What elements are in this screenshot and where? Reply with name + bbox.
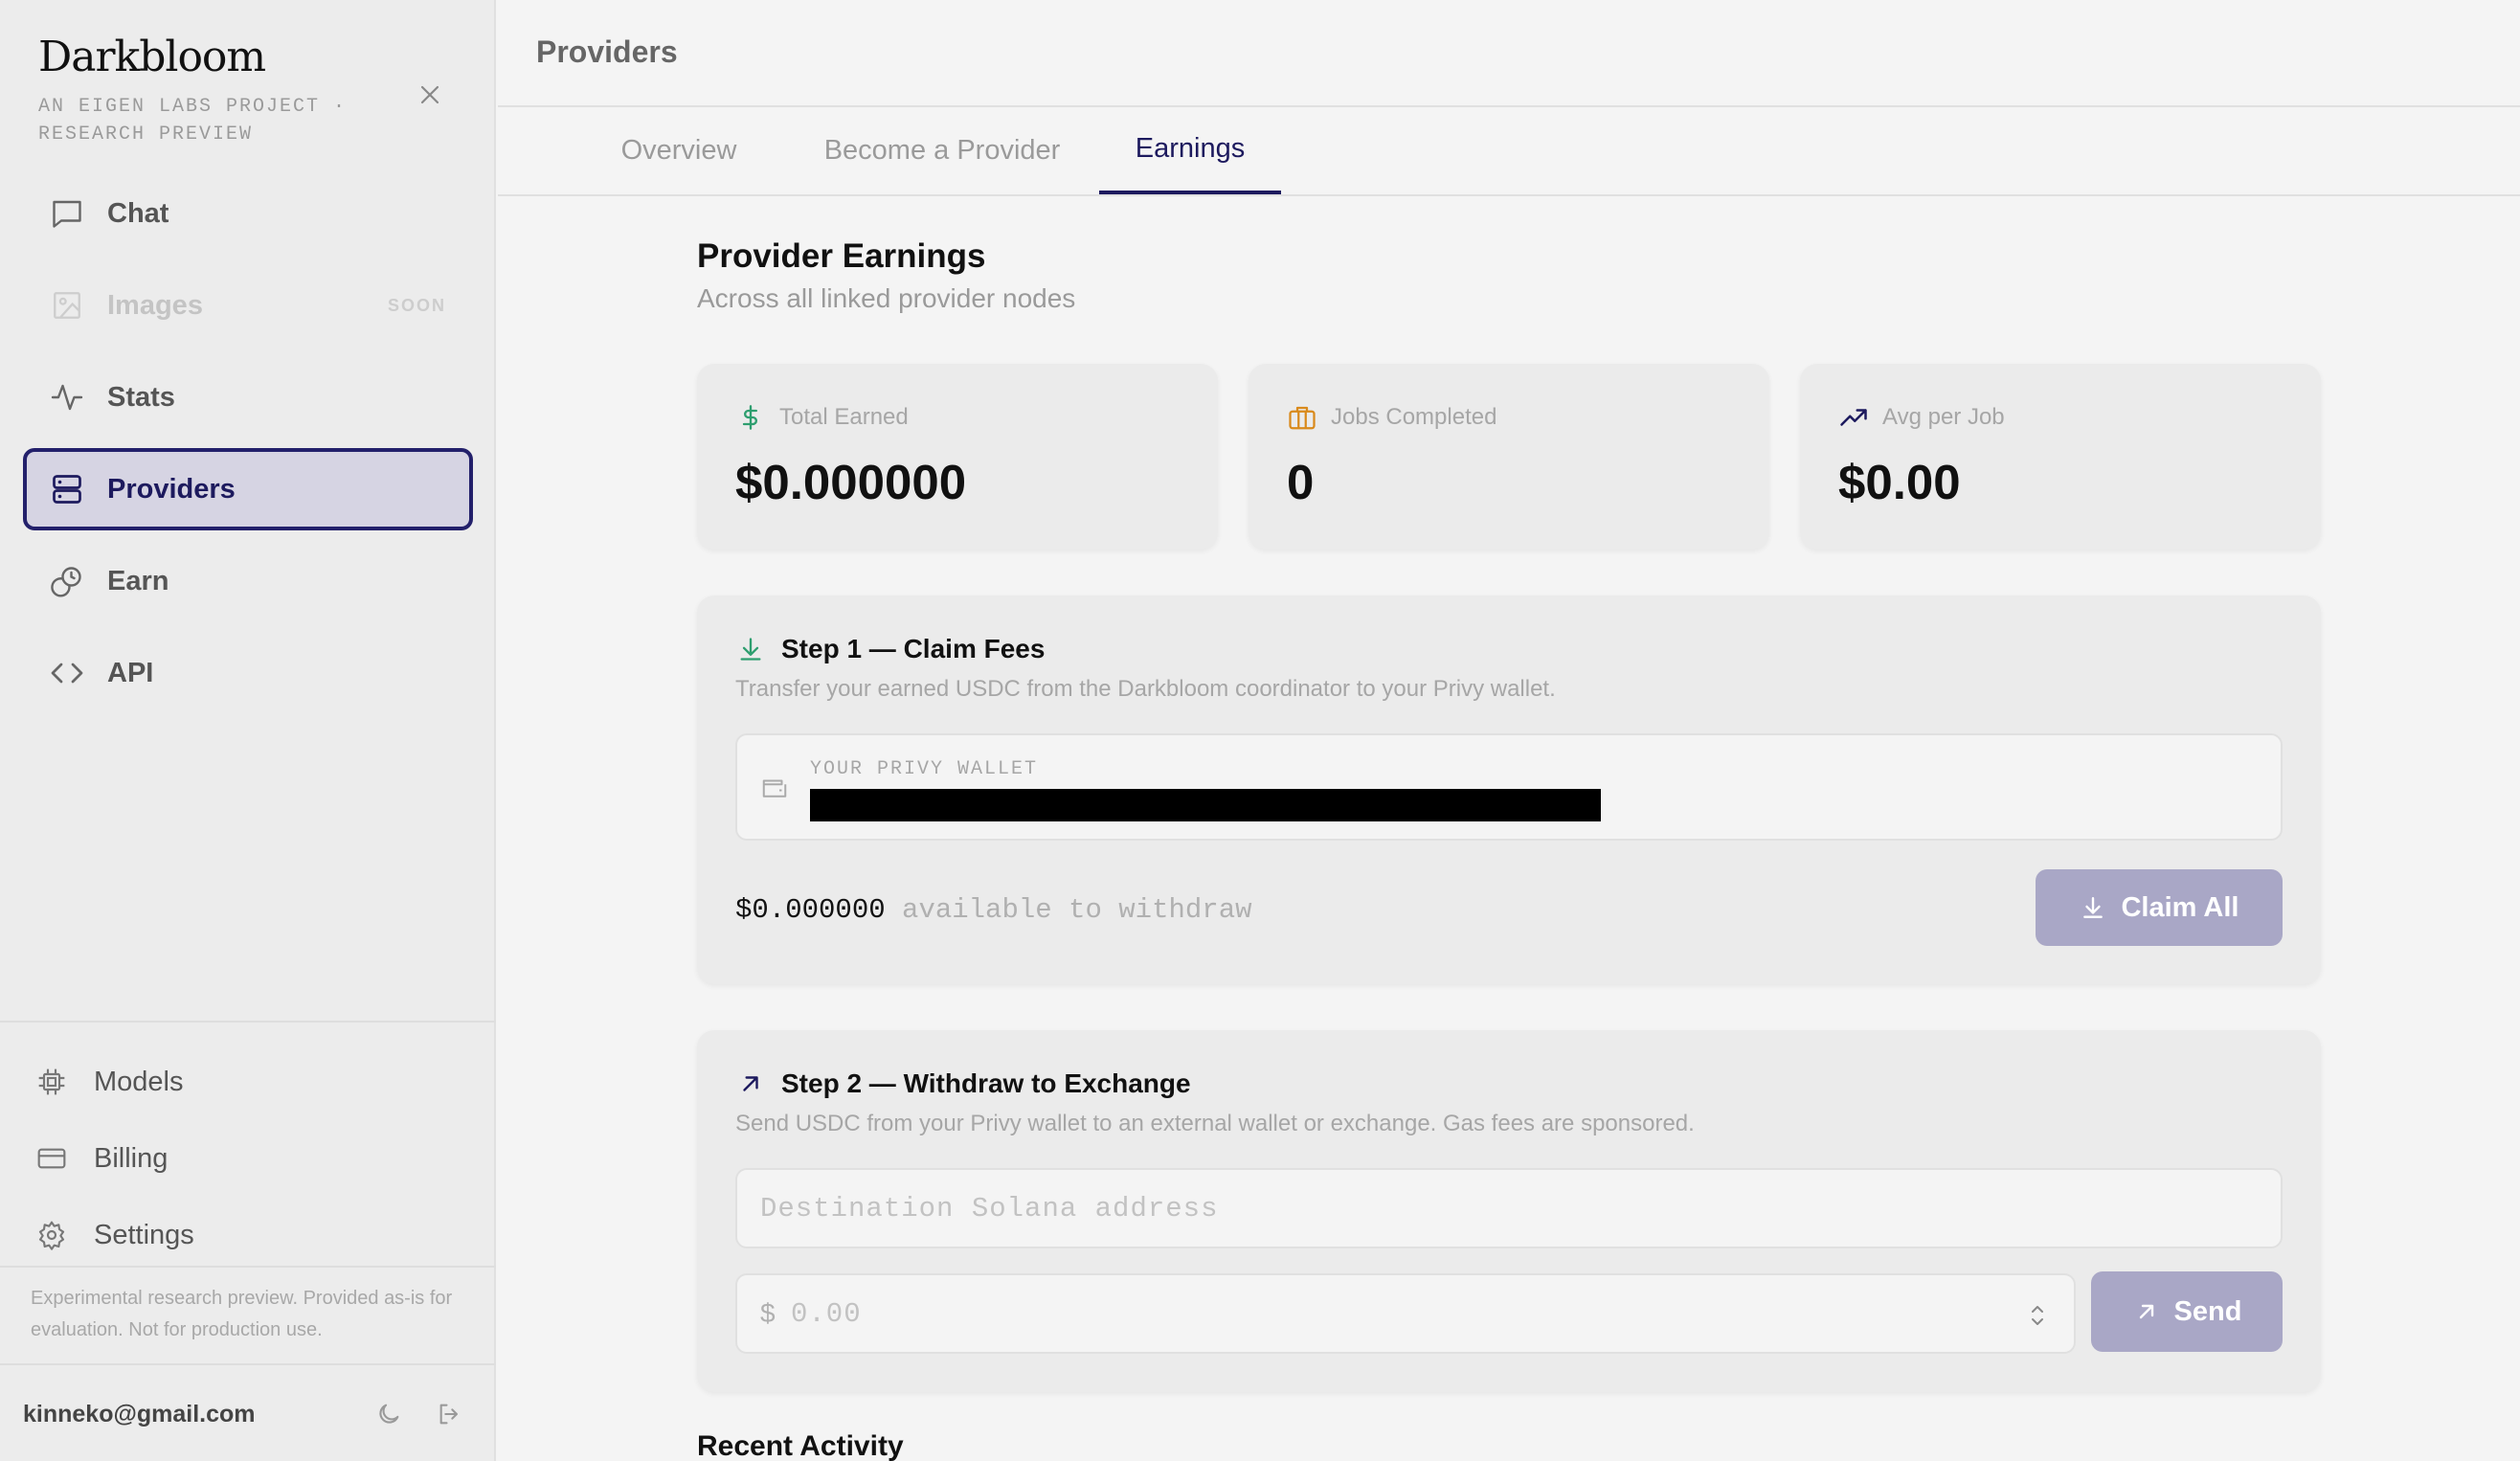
currency-prefix: $ (760, 1298, 776, 1328)
claim-all-label: Claim All (2121, 891, 2239, 923)
chat-icon (48, 194, 86, 233)
logout-button[interactable] (431, 1395, 469, 1433)
stat-card-jobs-completed: Jobs Completed 0 (1249, 364, 1769, 550)
coins-icon (48, 562, 86, 600)
user-actions (370, 1395, 469, 1433)
sidebar-item-earn[interactable]: Earn (23, 540, 473, 622)
amount-stepper[interactable] (2024, 1300, 2051, 1331)
download-icon (735, 634, 766, 664)
claim-fees-panel: Step 1 — Claim Fees Transfer your earned… (697, 596, 2321, 984)
amount-input[interactable] (791, 1275, 2051, 1352)
stat-label: Total Earned (779, 404, 909, 430)
stat-value: $0.000000 (735, 455, 967, 509)
chip-icon (33, 1063, 71, 1101)
sidebar-item-models[interactable]: Models (38, 1044, 194, 1120)
brand-subtitle: AN EIGEN LABS PROJECT · RESEARCH PREVIEW (38, 96, 348, 146)
download-icon (2079, 893, 2107, 922)
sidebar-item-label: Stats (107, 381, 175, 413)
disclaimer-text: Experimental research preview. Provided … (31, 1288, 453, 1340)
briefcase-icon (1287, 402, 1317, 433)
sidebar-item-images: Images SOON (23, 264, 473, 347)
tab-earnings[interactable]: Earnings (1099, 107, 1281, 194)
earnings-subtitle: Across all linked provider nodes (697, 283, 1076, 313)
user-email: kinneko@gmail.com (23, 1400, 256, 1427)
sidebar-item-stats[interactable]: Stats (23, 356, 473, 438)
amount-field: $ (735, 1273, 2076, 1354)
step1-title: Step 1 — Claim Fees (781, 634, 1046, 663)
stat-label: Jobs Completed (1331, 404, 1497, 430)
available-amount: $0.000000 (735, 894, 886, 926)
page-title: Providers (536, 34, 678, 69)
moon-icon (379, 1404, 399, 1424)
send-label: Send (2173, 1295, 2242, 1327)
brand-logo: Darkbloom (38, 33, 266, 81)
sidebar-item-label: Models (94, 1066, 184, 1097)
dollar-icon (735, 402, 766, 433)
stat-card-total-earned: Total Earned $0.000000 (697, 364, 1218, 550)
privy-wallet-field: YOUR PRIVY WALLET (735, 733, 2283, 841)
image-icon (48, 286, 86, 325)
sidebar-item-chat[interactable]: Chat (23, 172, 473, 255)
sidebar-item-label: Images (107, 289, 203, 321)
logout-icon (439, 1404, 459, 1425)
sidebar-item-label: Billing (94, 1142, 169, 1174)
sidebar-item-label: Providers (107, 473, 236, 505)
primary-nav: Chat Images SOON Stats Providers Earn AP… (23, 172, 473, 724)
stat-value: 0 (1287, 455, 1315, 509)
destination-address-input[interactable] (760, 1170, 2227, 1247)
sidebar-item-providers[interactable]: Providers (23, 448, 473, 530)
close-icon (420, 85, 439, 104)
wallet-label: YOUR PRIVY WALLET (810, 758, 1039, 780)
claim-all-button[interactable]: Claim All (2036, 869, 2283, 946)
tab-become-a-provider[interactable]: Become a Provider (799, 107, 1086, 194)
secondary-nav: Models Billing Settings (37, 1044, 194, 1273)
page-header: Providers (498, 0, 2520, 107)
trending-up-icon (1838, 402, 1869, 433)
recent-activity-title: Recent Activity (697, 1430, 904, 1461)
step1-description: Transfer your earned USDC from the Darkb… (735, 676, 1556, 702)
earnings-title: Provider Earnings (697, 237, 986, 275)
available-text: available to withdraw (902, 894, 1252, 926)
stat-card-avg-per-job: Avg per Job $0.00 (1800, 364, 2321, 550)
available-to-withdraw: $0.000000 available to withdraw (735, 894, 1252, 926)
stat-label: Avg per Job (1882, 404, 2005, 430)
close-sidebar-button[interactable] (412, 77, 448, 113)
theme-toggle-button[interactable] (370, 1395, 408, 1433)
arrow-up-right-icon (2132, 1297, 2161, 1326)
step2-title: Step 2 — Withdraw to Exchange (781, 1068, 1191, 1098)
wallet-address-redacted (810, 789, 1601, 821)
sidebar-divider (0, 1021, 496, 1023)
sidebar-item-label: API (107, 657, 154, 688)
sidebar-divider (0, 1266, 496, 1268)
sidebar-item-label: Earn (107, 565, 169, 596)
send-button[interactable]: Send (2091, 1271, 2283, 1352)
sidebar-item-settings[interactable]: Settings (38, 1197, 194, 1273)
gear-icon (33, 1216, 71, 1254)
arrow-up-right-icon (735, 1068, 766, 1099)
stat-value: $0.00 (1838, 455, 1961, 509)
chevron-up-down-icon (2032, 1306, 2043, 1325)
sidebar-item-api[interactable]: API (23, 632, 473, 714)
wallet-icon (758, 772, 791, 804)
tab-bar: Overview Become a Provider Earnings (498, 107, 2520, 196)
destination-address-field (735, 1168, 2283, 1248)
code-icon (48, 654, 86, 692)
step2-description: Send USDC from your Privy wallet to an e… (735, 1111, 1695, 1136)
sidebar-item-label: Settings (94, 1219, 194, 1250)
sidebar-item-billing[interactable]: Billing (37, 1120, 194, 1197)
withdraw-panel: Step 2 — Withdraw to Exchange Send USDC … (697, 1030, 2321, 1392)
sidebar-item-label: Chat (107, 197, 169, 229)
sidebar-divider (0, 1363, 496, 1365)
sidebar: Darkbloom AN EIGEN LABS PROJECT · RESEAR… (0, 0, 496, 1461)
activity-icon (48, 378, 86, 416)
tab-overview[interactable]: Overview (586, 107, 772, 194)
credit-card-icon (33, 1139, 71, 1178)
soon-badge: SOON (387, 295, 446, 315)
server-icon (48, 470, 86, 508)
user-row: kinneko@gmail.com (23, 1390, 473, 1438)
